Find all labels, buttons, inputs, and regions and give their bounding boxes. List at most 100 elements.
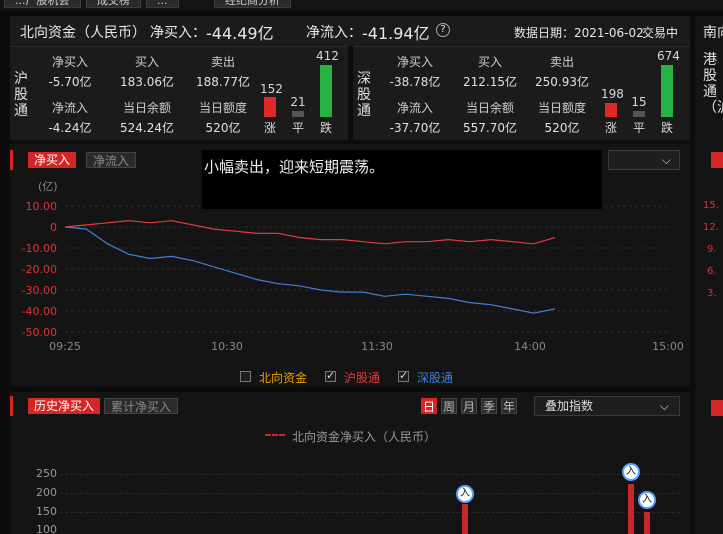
sz-sell-key: 卖出 [549, 55, 574, 69]
sz-down-label: 跌 [660, 121, 673, 135]
y-tick-label: -50.00 [22, 326, 57, 339]
sh-checkbox[interactable] [325, 369, 336, 382]
sh-connect-label: 沪股通 [14, 71, 28, 119]
series-line-sz [64, 226, 556, 314]
y-tick-label: -30.00 [22, 284, 57, 297]
sh-up-label: 涨 [263, 121, 276, 135]
x-tick-label: 11:30 [361, 340, 393, 353]
sh-net-buy-key: 净买入 [51, 55, 88, 69]
legend-sh: 沪股通 [344, 371, 381, 385]
sz-down-bar [661, 65, 673, 117]
x-tick-label: 15:00 [652, 340, 684, 353]
sh-quota-key: 当日额度 [198, 101, 247, 115]
sh-sell-value: 188.77亿 [196, 75, 250, 89]
y-tick-label: -10.00 [22, 242, 57, 255]
sz-buy-value: 212.15亿 [463, 75, 517, 89]
period-quarter[interactable]: 季 [481, 398, 497, 414]
sz-connect-box: 深股通 净买入 -38.78亿 买入 212.15亿 卖出 250.93亿 净流入 -3… [353, 46, 690, 140]
y-tick: 250 [36, 467, 57, 480]
trading-status: 交易中 [642, 26, 679, 40]
sh-net-inflow-key: 净流入 [51, 101, 88, 115]
overlay-index-select[interactable]: 叠加指数 ⌵ [534, 396, 680, 416]
sz-net-buy-key: 净买入 [396, 55, 433, 69]
x-tick-label: 10:30 [211, 340, 243, 353]
sb-y-tick: 3. [707, 288, 717, 299]
data-date: 数据日期：2021-06-02 [514, 26, 644, 40]
period-day[interactable]: 日 [421, 398, 437, 414]
y-tick-label: 10.00 [26, 200, 58, 213]
sh-up-bar [264, 97, 276, 117]
sz-connect-label: 深股通 [357, 71, 371, 119]
sz-quota-key: 当日额度 [537, 101, 586, 115]
y-tick-label: -20.00 [22, 263, 57, 276]
sh-net-inflow-value: -4.24亿 [48, 121, 92, 135]
top-tab-strip: ...广股机会 成交榜 ... 经纪商分析 [0, 0, 723, 10]
legend-sz: 深股通 [417, 371, 454, 385]
tab-more[interactable]: ... [146, 0, 179, 8]
x-tick-label: 09:25 [49, 340, 81, 353]
chevron-down-icon: ⌵ [659, 399, 669, 413]
net-inflow-value: -41.94亿 [362, 24, 430, 43]
sz-down-count: 674 [657, 49, 680, 63]
sh-quota-value: 520亿 [205, 121, 241, 135]
tab-broker-analysis[interactable]: 经纪商分析 [214, 0, 291, 8]
sz-flat-label: 平 [632, 121, 645, 135]
y-tick: 200 [36, 486, 57, 499]
panel-accent [10, 396, 13, 416]
history-panel: 历史净买入 累计净买入 日 周 月 季 年 叠加指数 ⌵ 北向资金净买入（人民币）… [10, 392, 690, 534]
net-inflow-label: 净流入： [306, 25, 362, 41]
sb-y-tick: 6. [707, 266, 717, 277]
buy-marker-icon[interactable]: 入 [638, 491, 656, 509]
grid-line [60, 493, 680, 494]
hist-legend: 北向资金净买入（人民币） [292, 430, 437, 444]
sz-net-inflow-value: -37.70亿 [389, 121, 441, 135]
sh-up-count: 152 [260, 82, 283, 96]
period-month[interactable]: 月 [461, 398, 477, 414]
page-title: 北向资金（人民币） [20, 25, 146, 41]
cumulative-net-buy-tab[interactable]: 累计净买入 [104, 398, 179, 414]
sz-flat-count: 15 [631, 95, 647, 109]
buy-marker-icon[interactable]: 入 [456, 485, 474, 503]
sz-up-count: 198 [601, 87, 624, 101]
y-tick: 100 [36, 523, 57, 534]
tab-hk-opportunity[interactable]: ...广股机会 [4, 0, 81, 8]
sh-sell-key: 卖出 [210, 55, 235, 69]
buy-marker-icon[interactable]: 入 [622, 463, 640, 481]
net-buy-value: -44.49亿 [206, 24, 274, 43]
x-tick-label: 14:00 [514, 340, 546, 353]
hist-net-buy-tab[interactable]: 历史净买入 [28, 398, 101, 414]
sh-flat-count: 21 [290, 95, 306, 109]
sh-net-buy-value: -5.70亿 [48, 75, 92, 89]
sz-up-label: 涨 [604, 121, 617, 135]
grid-line [60, 474, 680, 475]
tooltip: 小幅卖出，迎来短期震荡。 [202, 150, 602, 209]
northbound-header: 北向资金（人民币） 净买入： -44.49亿 净流入： -41.94亿 ? 数据… [10, 16, 690, 46]
sz-balance-key: 当日余额 [465, 101, 514, 115]
help-icon[interactable]: ? [436, 23, 450, 37]
sh-balance-key: 当日余额 [122, 101, 171, 115]
sz-net-buy-value: -38.78亿 [389, 75, 441, 89]
sh-buy-value: 183.06亿 [120, 75, 174, 89]
sh-flat-label: 平 [291, 121, 304, 135]
southbound-side-panel: 南向 港股通（沪 15. 12. 9. 6. 3. [695, 16, 723, 534]
sz-buy-key: 买入 [477, 55, 502, 69]
sb-hist-accent[interactable] [711, 400, 723, 416]
sz-checkbox[interactable] [398, 369, 409, 382]
period-year[interactable]: 年 [501, 398, 517, 414]
hk-connect-label: 港股通（沪 [703, 52, 723, 116]
sz-net-inflow-key: 净流入 [396, 101, 433, 115]
hist-bar [628, 484, 634, 534]
sz-flat-bar [633, 111, 645, 117]
y-tick-label: 0 [50, 221, 57, 234]
series-line-sh [64, 220, 556, 245]
legend-swatch [265, 434, 285, 436]
hist-bar [462, 504, 468, 534]
north-checkbox[interactable] [240, 371, 251, 382]
period-week[interactable]: 周 [441, 398, 457, 414]
legend-north: 北向资金 [259, 371, 308, 385]
y-tick: 150 [36, 505, 57, 518]
overlay-index-value: 叠加指数 [545, 399, 594, 413]
sb-tab-accent[interactable] [711, 152, 723, 168]
sh-down-count: 412 [316, 49, 339, 63]
tab-volume-rank[interactable]: 成交榜 [86, 0, 141, 8]
